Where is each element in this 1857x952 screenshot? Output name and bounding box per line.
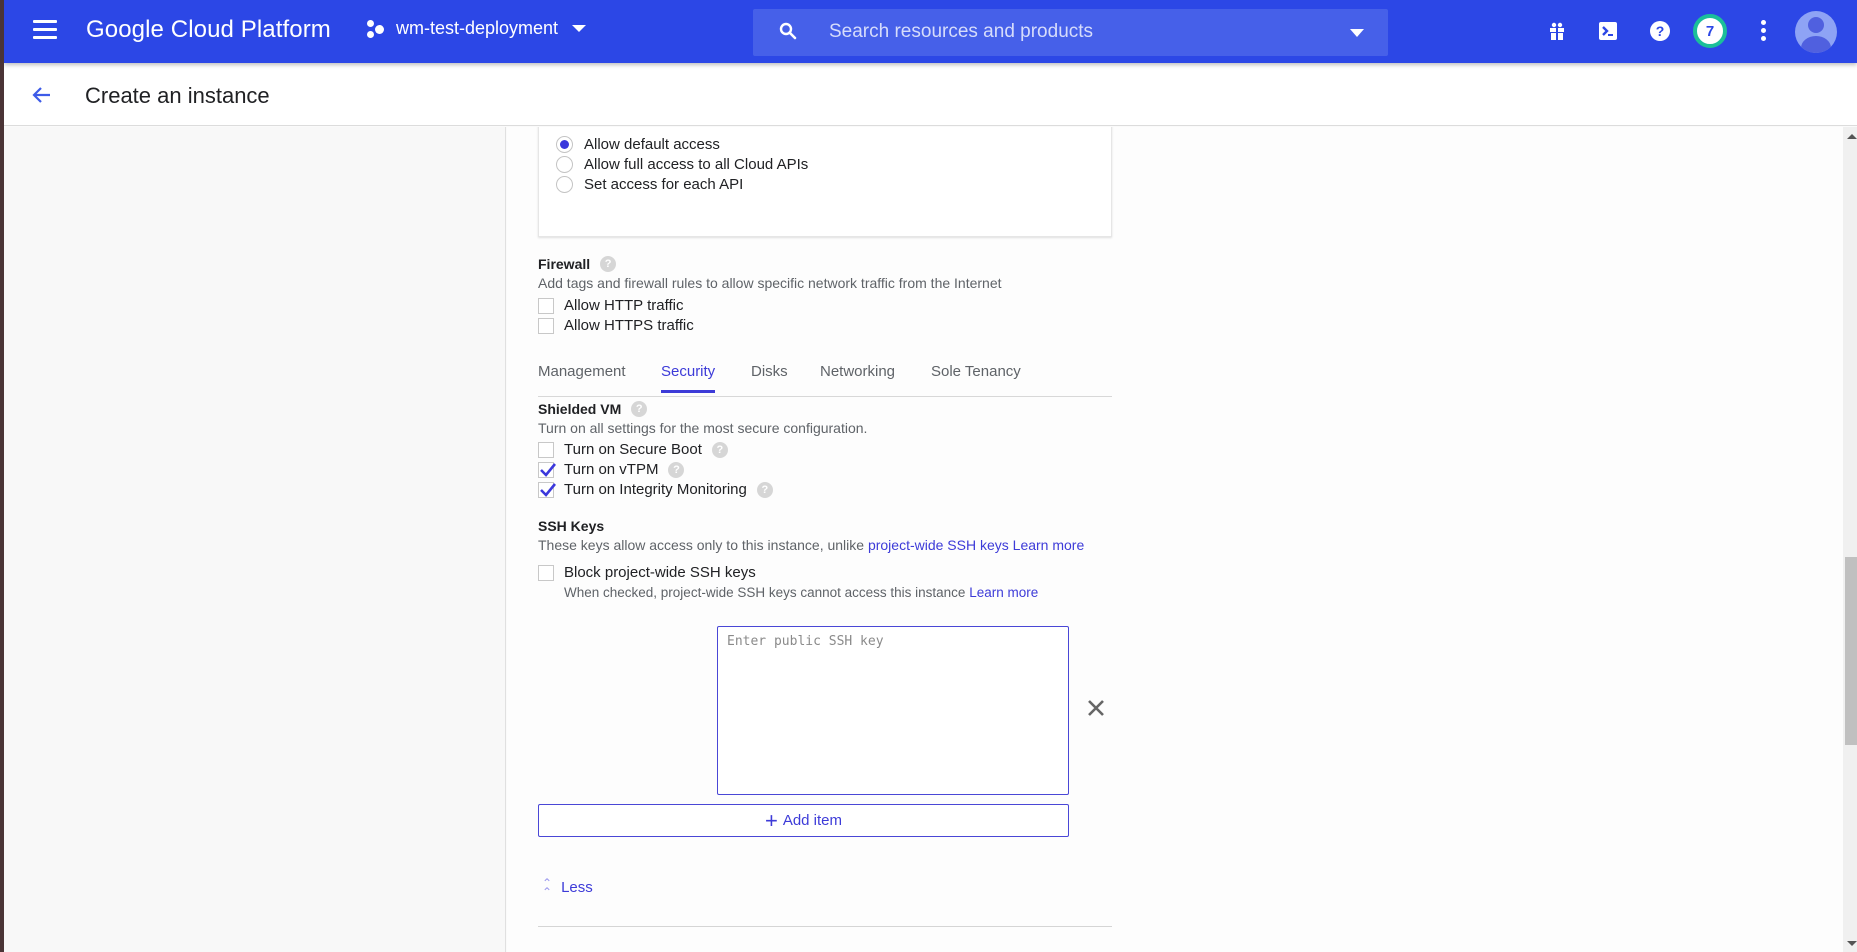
tab-management[interactable]: Management [538, 363, 626, 390]
svg-text:?: ? [1656, 23, 1665, 39]
checkbox-label: Turn on Secure Boot [564, 441, 702, 458]
project-selector[interactable]: wm-test-deployment [366, 18, 587, 39]
checkbox[interactable] [538, 297, 554, 314]
add-item-label: Add item [782, 812, 843, 829]
search-icon [779, 22, 797, 40]
checkbox[interactable] [538, 441, 554, 458]
checkbox-allow-https[interactable]: Allow HTTPS traffic [538, 317, 694, 334]
arrow-back-icon[interactable] [30, 83, 54, 107]
firewall-title: Firewall ? [538, 256, 617, 272]
add-item-button[interactable]: + Add item [538, 804, 1069, 837]
chevron-up-icon: ⌃ ⌃ [542, 876, 553, 899]
page-title: Create an instance [85, 83, 270, 108]
checkbox-label: Turn on Integrity Monitoring [564, 481, 747, 498]
checkbox-vtpm[interactable]: Turn on vTPM ? [538, 461, 685, 478]
brand-title[interactable]: Google Cloud Platform [86, 16, 331, 44]
search-dropdown-icon[interactable] [1350, 29, 1364, 37]
shielded-vm-title-text: Shielded VM [538, 401, 622, 417]
firewall-description: Add tags and firewall rules to allow spe… [538, 275, 1002, 291]
ssh-keys-description: These keys allow access only to this ins… [538, 537, 1084, 553]
checkmark-icon [540, 462, 557, 477]
access-scopes-card: Access scopes Allow default access Allow… [538, 127, 1112, 237]
checkbox-label: Allow HTTP traffic [564, 297, 684, 314]
checkbox-label: Allow HTTPS traffic [564, 317, 694, 334]
radio-set-access-each-api[interactable]: Set access for each API [556, 176, 743, 193]
checkbox-integrity-monitoring[interactable]: Turn on Integrity Monitoring ? [538, 481, 773, 498]
notifications-badge[interactable]: 7 [1693, 14, 1727, 48]
cloud-shell-icon[interactable] [1596, 19, 1620, 43]
block-ssh-hint: When checked, project-wide SSH keys cann… [564, 585, 1038, 600]
radio-allow-default-access[interactable]: Allow default access [556, 136, 720, 153]
plus-icon: + [764, 807, 778, 833]
checkbox[interactable] [538, 461, 557, 478]
shielded-vm-title: Shielded VM ? [538, 401, 648, 417]
tab-disks[interactable]: Disks [751, 363, 788, 390]
shielded-vm-description: Turn on all settings for the most secure… [538, 420, 868, 436]
project-name: wm-test-deployment [396, 18, 559, 38]
checkbox-label: Turn on vTPM [564, 461, 659, 478]
tab-bar: Management Security Disks Networking Sol… [538, 363, 1112, 397]
radio-button[interactable] [556, 176, 573, 193]
checkbox[interactable] [538, 564, 554, 581]
chevron-down-icon [572, 25, 587, 32]
form-content: Access scopes Allow default access Allow… [507, 127, 1843, 952]
tab-security[interactable]: Security [661, 363, 716, 393]
ssh-key-input[interactable] [717, 626, 1069, 795]
help-icon[interactable]: ? [600, 256, 617, 272]
account-avatar[interactable] [1795, 11, 1837, 53]
more-vert-icon[interactable] [1761, 20, 1767, 42]
scroll-up-arrow[interactable] [1847, 134, 1857, 139]
learn-more-link[interactable]: Learn more [969, 585, 1038, 600]
scroll-down-arrow[interactable] [1847, 941, 1857, 946]
checkbox-label: Block project-wide SSH keys [564, 564, 756, 581]
radio-button[interactable] [556, 156, 573, 173]
radio-label: Allow full access to all Cloud APIs [584, 156, 809, 173]
radio-allow-full-access[interactable]: Allow full access to all Cloud APIs [556, 156, 808, 173]
learn-more-link[interactable]: Learn more [1013, 537, 1085, 553]
left-pane [4, 127, 506, 952]
less-label: Less [561, 879, 593, 896]
gift-icon[interactable] [1545, 19, 1569, 43]
page-header: Create an instance [4, 63, 1857, 126]
divider [538, 926, 1112, 927]
checkbox-allow-http[interactable]: Allow HTTP traffic [538, 297, 683, 314]
checkbox-secure-boot[interactable]: Turn on Secure Boot ? [538, 441, 728, 458]
app-window: Google Cloud Platform wm-test-deployment… [4, 0, 1857, 952]
project-icon [366, 19, 386, 39]
ssh-keys-description-text: These keys allow access only to this ins… [538, 537, 865, 553]
block-ssh-hint-text: When checked, project-wide SSH keys cann… [564, 585, 966, 600]
less-toggle[interactable]: ⌃ ⌃ Less [542, 876, 593, 899]
vertical-scrollbar[interactable] [1843, 127, 1857, 952]
ssh-keys-title: SSH Keys [538, 518, 605, 534]
radio-button[interactable] [556, 136, 573, 153]
tab-networking[interactable]: Networking [820, 363, 895, 390]
help-icon[interactable]: ? [631, 401, 648, 417]
help-icon[interactable]: ? [756, 481, 773, 498]
search-placeholder: Search resources and products [829, 21, 1094, 42]
help-icon[interactable]: ? [1648, 19, 1672, 43]
search-bar[interactable]: Search resources and products [753, 9, 1388, 56]
checkbox-block-project-wide-ssh[interactable]: Block project-wide SSH keys [538, 564, 756, 581]
menu-icon[interactable] [33, 20, 57, 42]
close-icon[interactable] [1085, 697, 1107, 719]
firewall-title-text: Firewall [538, 256, 591, 272]
help-icon[interactable]: ? [668, 461, 685, 478]
radio-label: Set access for each API [584, 176, 744, 193]
scrollbar-thumb[interactable] [1845, 557, 1857, 745]
project-wide-ssh-keys-link[interactable]: project-wide SSH keys [868, 537, 1009, 553]
checkbox[interactable] [538, 481, 557, 498]
checkbox[interactable] [538, 317, 554, 334]
tab-sole-tenancy[interactable]: Sole Tenancy [931, 363, 1021, 390]
top-bar: Google Cloud Platform wm-test-deployment… [4, 0, 1857, 63]
radio-label: Allow default access [584, 136, 720, 153]
help-icon[interactable]: ? [711, 441, 728, 458]
checkmark-icon [540, 482, 557, 497]
